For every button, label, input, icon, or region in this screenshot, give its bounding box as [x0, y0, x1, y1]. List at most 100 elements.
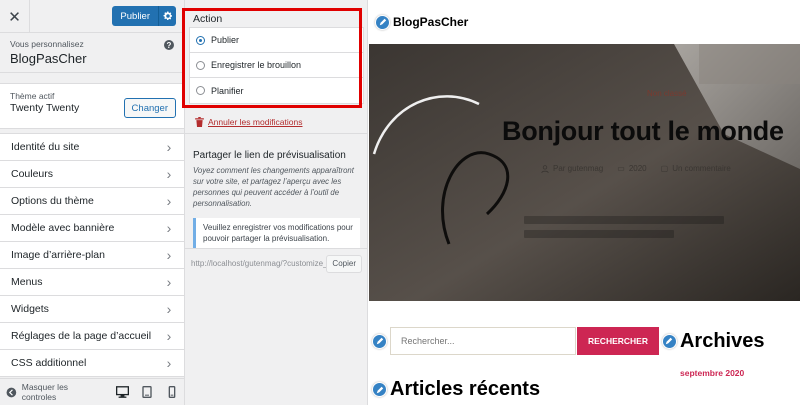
menu-item-widgets[interactable]: Widgets ›	[0, 296, 184, 323]
site-name: BlogPasCher	[10, 51, 87, 66]
close-button[interactable]: ✕	[0, 0, 30, 33]
menu-item-cover-template[interactable]: Modèle avec bannière ›	[0, 215, 184, 242]
radio-option-draft[interactable]: Enregistrer le brouillon	[190, 53, 363, 78]
share-preview-title: Partager le lien de prévisualisation	[193, 150, 346, 161]
radio-option-schedule[interactable]: Planifier	[190, 78, 363, 103]
menu-item-menus[interactable]: Menus ›	[0, 269, 184, 296]
action-radio-group: Publier Enregistrer le brouillon Planifi…	[189, 27, 364, 104]
hero-cover: Non classé Bonjour tout le monde Par gut…	[369, 44, 800, 301]
menu-item-label: Identité du site	[11, 141, 80, 153]
pencil-icon	[376, 386, 383, 393]
action-section: Action Publier Enregistrer le brouillon …	[185, 9, 368, 106]
change-theme-button[interactable]: Changer	[123, 98, 176, 118]
help-icon[interactable]: ?	[164, 40, 174, 50]
menu-item-homepage-settings[interactable]: Réglages de la page d’accueil ›	[0, 323, 184, 350]
close-icon: ✕	[8, 8, 21, 26]
share-preview-description: Voyez comment les changements apparaîtro…	[193, 166, 354, 208]
pencil-icon	[666, 337, 673, 345]
desktop-icon	[115, 386, 129, 398]
post-title[interactable]: Bonjour tout le monde	[502, 116, 784, 147]
menu-item-site-identity[interactable]: Identité du site ›	[0, 134, 184, 161]
edit-shortcut-button[interactable]	[661, 333, 677, 349]
chevron-right-icon: ›	[166, 355, 172, 371]
menu-item-label: Options du thème	[11, 195, 94, 207]
edit-shortcut-button[interactable]	[372, 333, 387, 349]
discard-changes-label: Annuler les modifications	[208, 117, 303, 127]
search-input[interactable]	[390, 327, 576, 355]
share-preview-section: Partager le lien de prévisualisation Voy…	[185, 133, 368, 277]
chevron-right-icon: ›	[166, 328, 172, 344]
customizing-info: Vous personnalisez BlogPasCher ?	[0, 33, 184, 73]
chevron-right-icon: ›	[166, 166, 172, 182]
menu-item-label: Réglages de la page d’accueil	[11, 330, 152, 342]
radio-label: Enregistrer le brouillon	[211, 60, 302, 70]
menu-item-label: Image d’arrière-plan	[11, 249, 105, 261]
customizing-label: Vous personnalisez	[10, 39, 84, 49]
chevron-right-icon: ›	[166, 139, 172, 155]
mobile-preview-button[interactable]	[164, 385, 179, 400]
action-title: Action	[193, 13, 223, 25]
copy-button[interactable]: Copier	[326, 254, 362, 273]
search-button[interactable]: RECHERCHER	[577, 327, 659, 355]
radio-button[interactable]	[196, 86, 205, 95]
archives-title: Archives	[679, 329, 765, 352]
comment-icon: ▢	[660, 164, 669, 173]
tablet-icon	[142, 386, 152, 398]
post-category[interactable]: Non classé	[647, 89, 687, 98]
radio-button[interactable]	[196, 60, 205, 70]
menu-item-label: Modèle avec bannière	[11, 222, 115, 234]
user-icon	[541, 164, 549, 173]
post-meta: Par gutenmag ▭ 2020 ▢ Un commentaire	[541, 164, 731, 173]
tablet-preview-button[interactable]	[140, 385, 155, 400]
chevron-right-icon: ›	[166, 301, 172, 317]
menu-item-label: Couleurs	[11, 168, 54, 180]
calendar-icon: ▭	[617, 164, 625, 173]
edit-shortcut-button[interactable]	[372, 382, 387, 397]
search-widget: RECHERCHER Archives	[369, 321, 800, 361]
post-comments[interactable]: Un commentaire	[672, 164, 731, 173]
publish-settings-button[interactable]	[158, 6, 176, 26]
edit-shortcut-button[interactable]	[375, 14, 390, 30]
mobile-icon	[168, 386, 175, 398]
trash-icon	[195, 117, 204, 127]
menu-item-label: CSS additionnel	[11, 357, 87, 369]
hide-controls-button[interactable]: Masquer les controles	[22, 382, 103, 402]
site-preview: BlogPasCher Non classé Bonjour tout le m…	[369, 0, 800, 405]
recent-posts-widget: Articles récents	[372, 378, 540, 401]
pencil-icon	[376, 337, 383, 345]
radio-button[interactable]	[196, 35, 205, 45]
chevron-right-icon: ›	[166, 247, 172, 263]
preview-site-title[interactable]: BlogPasCher	[393, 15, 468, 29]
customizer-sidebar: ✕ Publier Vous personnalisez BlogPasCher…	[0, 0, 185, 405]
preview-url-field[interactable]	[191, 254, 327, 273]
preview-link-row: Copier	[185, 248, 368, 278]
hide-controls-icon[interactable]	[6, 387, 17, 398]
menu-item-additional-css[interactable]: CSS additionnel ›	[0, 350, 184, 377]
radio-option-publish[interactable]: Publier	[190, 28, 363, 53]
discard-changes-link[interactable]: Annuler les modifications	[195, 117, 303, 127]
post-author[interactable]: Par gutenmag	[553, 164, 603, 173]
recent-posts-title: Articles récents	[390, 378, 541, 400]
radio-label: Publier	[211, 35, 240, 45]
sidebar-footer: Masquer les controles	[0, 378, 184, 405]
preview-header: BlogPasCher	[369, 0, 800, 44]
chevron-right-icon: ›	[166, 193, 172, 209]
menu-item-label: Menus	[11, 276, 43, 288]
save-notice: Veuillez enregistrer vos modifications p…	[193, 218, 360, 248]
menu-item-colors[interactable]: Couleurs ›	[0, 161, 184, 188]
radio-label: Planifier	[211, 85, 244, 96]
post-date[interactable]: 2020	[629, 164, 647, 173]
post-excerpt	[524, 216, 724, 246]
sidebar-header: ✕ Publier	[0, 0, 184, 33]
publish-button-group: Publier	[112, 6, 176, 26]
menu-item-background-image[interactable]: Image d’arrière-plan ›	[0, 242, 184, 269]
menu-item-label: Widgets	[11, 303, 49, 315]
gear-icon	[163, 11, 172, 20]
active-theme-section: Thème actif Twenty Twenty Changer	[0, 83, 184, 129]
archives-link[interactable]: septembre 2020	[680, 368, 744, 378]
menu-item-theme-options[interactable]: Options du thème ›	[0, 188, 184, 215]
desktop-preview-button[interactable]	[115, 385, 130, 400]
chevron-right-icon: ›	[166, 274, 172, 290]
publish-settings-panel: Action Publier Enregistrer le brouillon …	[185, 0, 368, 405]
publish-button[interactable]: Publier	[112, 6, 158, 26]
